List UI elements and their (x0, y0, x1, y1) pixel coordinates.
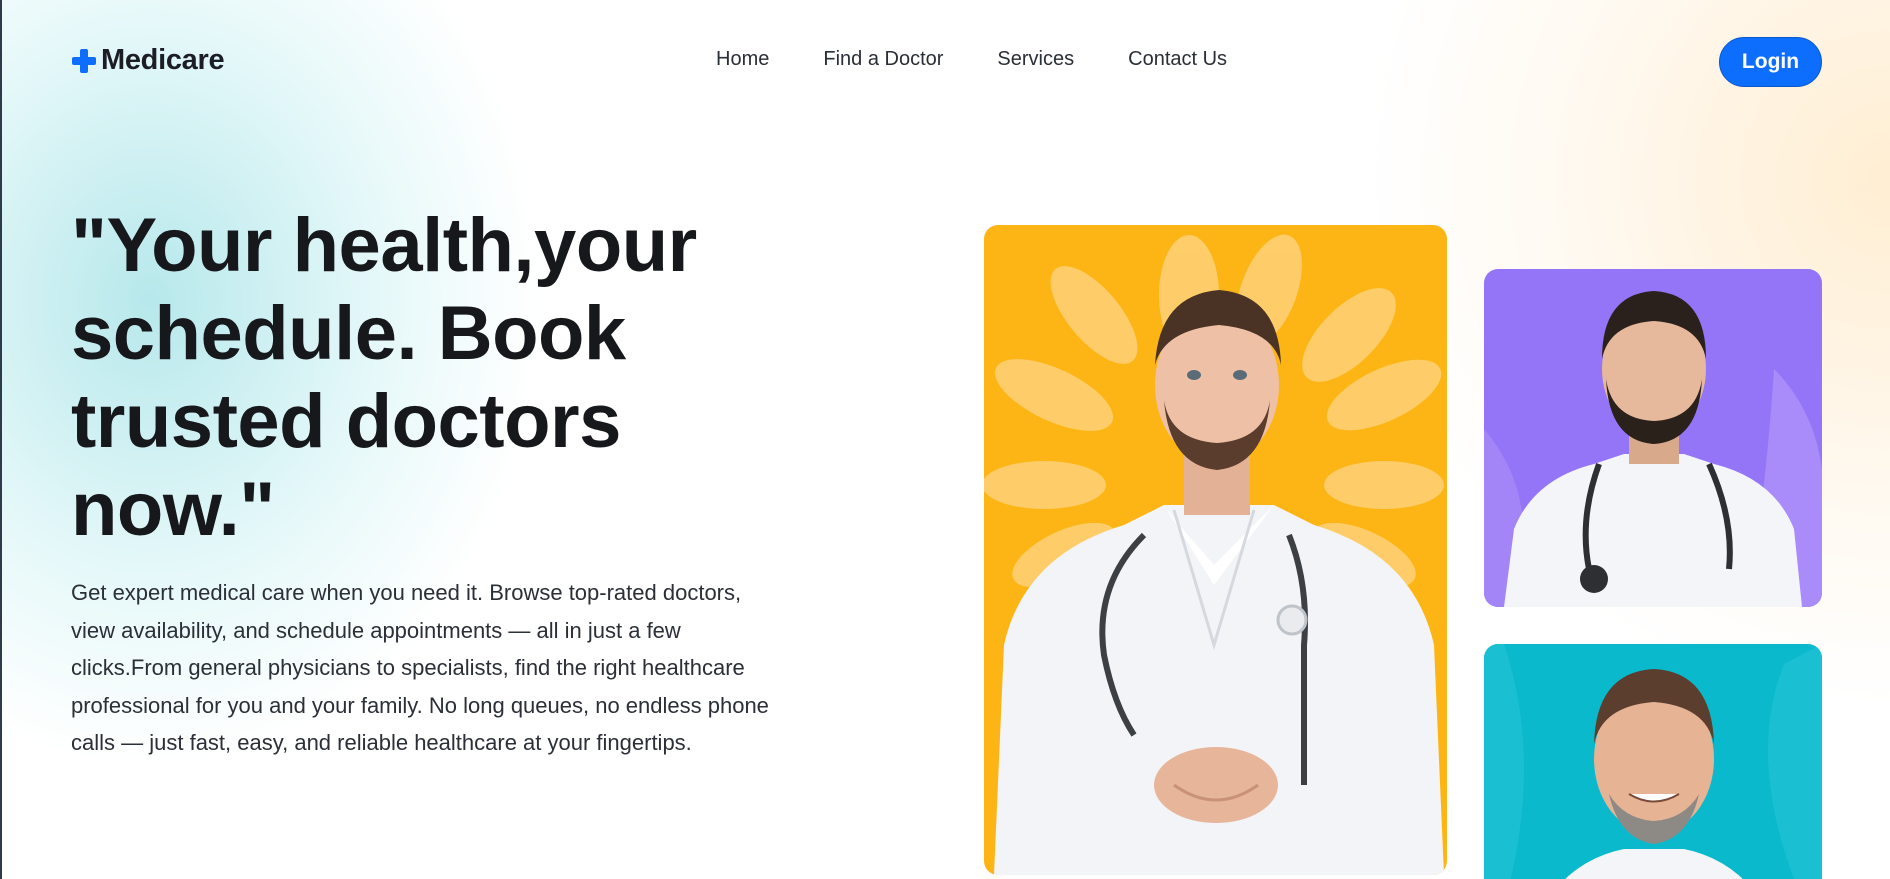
brand-name: Medicare (101, 44, 225, 76)
nav-link-home[interactable]: Home (716, 48, 769, 71)
site-header: Medicare Home Find a Doctor Services Con… (0, 0, 1890, 124)
doctor-card-teal (1484, 644, 1822, 879)
medical-plus-icon (71, 48, 97, 74)
doctor-photo (1484, 644, 1822, 879)
login-button[interactable]: Login (1719, 37, 1822, 87)
hero-title: "Your health,your schedule. Book trusted… (71, 203, 697, 552)
window-edge (0, 0, 2, 879)
hero-description: Get expert medical care when you need it… (71, 580, 769, 755)
doctor-photo (1484, 291, 1822, 607)
nav-link-contact-us[interactable]: Contact Us (1128, 48, 1227, 71)
nav-link-find-a-doctor[interactable]: Find a Doctor (823, 48, 943, 71)
nav-link-services[interactable]: Services (997, 48, 1074, 71)
brand-logo[interactable]: Medicare (71, 44, 225, 77)
main-nav: Home Find a Doctor Services Contact Us (716, 48, 1227, 71)
featured-doctor-card (984, 225, 1447, 875)
doctor-photo (984, 234, 1444, 875)
doctor-card-purple (1484, 269, 1822, 607)
